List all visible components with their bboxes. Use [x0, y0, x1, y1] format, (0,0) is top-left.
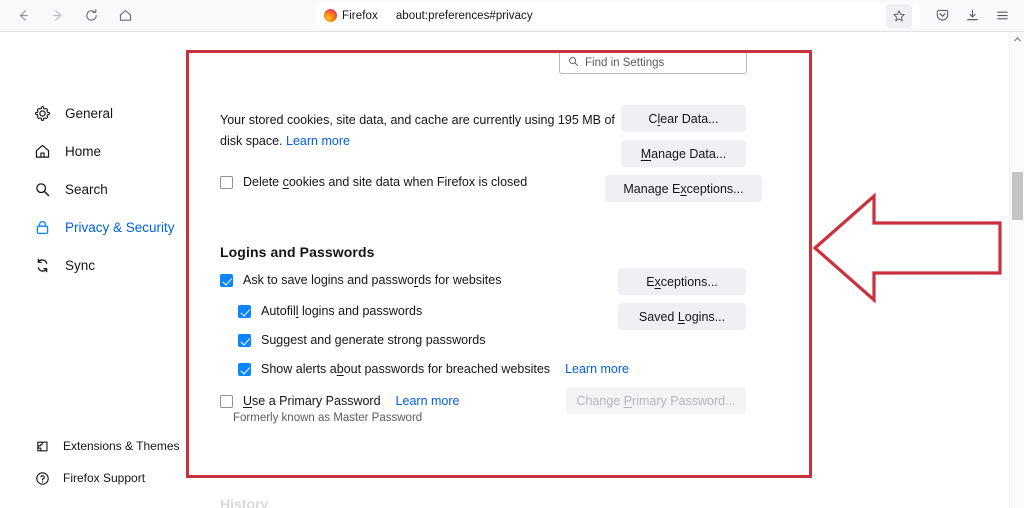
- firefox-logo-icon: [324, 9, 337, 22]
- clear-data-button[interactable]: Clear Data...: [621, 105, 746, 132]
- browser-toolbar: Firefox about:preferences#privacy: [0, 0, 1024, 32]
- search-icon: [33, 180, 51, 198]
- sidebar-bottom-items: Extensions & Themes Firefox Support: [0, 430, 186, 494]
- logins-section-title: Logins and Passwords: [220, 244, 374, 260]
- lock-icon: [33, 218, 51, 236]
- sidebar-item-sync[interactable]: Sync: [0, 246, 186, 284]
- checkbox-box[interactable]: [220, 395, 233, 408]
- use-primary-password-label: Use a Primary Password: [243, 394, 381, 408]
- sidebar-item-label: Sync: [65, 258, 95, 273]
- star-icon[interactable]: [886, 4, 912, 28]
- exceptions-button[interactable]: Exceptions...: [618, 268, 746, 295]
- home-icon: [33, 142, 51, 160]
- breach-alerts-label: Show alerts about passwords for breached…: [261, 362, 550, 376]
- use-primary-password-checkbox[interactable]: Use a Primary Password Learn more: [220, 394, 459, 408]
- cookies-description: Your stored cookies, site data, and cach…: [220, 110, 620, 152]
- sidebar-item-search[interactable]: Search: [0, 170, 186, 208]
- menu-icon[interactable]: [988, 3, 1016, 29]
- sidebar-item-extensions-themes[interactable]: Extensions & Themes: [0, 430, 186, 462]
- address-bar[interactable]: Firefox about:preferences#privacy: [316, 3, 920, 29]
- preferences-sidebar: General Home Search Privacy & Security: [0, 32, 186, 508]
- sidebar-item-privacy-security[interactable]: Privacy & Security: [0, 208, 186, 246]
- help-icon: [34, 470, 50, 486]
- forward-arrow-icon[interactable]: [42, 3, 72, 29]
- checkbox-box[interactable]: [220, 176, 233, 189]
- manage-data-button[interactable]: Manage Data...: [621, 140, 746, 167]
- sidebar-item-label: Search: [65, 182, 108, 197]
- checkbox-box[interactable]: [238, 363, 251, 376]
- primary-password-learn-more-link[interactable]: Learn more: [396, 394, 460, 408]
- url-text: about:preferences#privacy: [386, 10, 533, 22]
- firefox-preferences-screenshot: Firefox about:preferences#privacy: [0, 0, 1024, 508]
- sidebar-item-general[interactable]: General: [0, 94, 186, 132]
- ask-to-save-logins-checkbox[interactable]: Ask to save logins and passwords for web…: [220, 273, 501, 287]
- toolbar-right-icons: [928, 3, 1024, 29]
- breach-alerts-learn-more-link[interactable]: Learn more: [565, 362, 629, 376]
- sidebar-item-label: Home: [65, 144, 101, 159]
- reload-icon[interactable]: [76, 3, 106, 29]
- sidebar-item-label: Firefox Support: [63, 471, 145, 485]
- checkbox-box[interactable]: [238, 305, 251, 318]
- gear-icon: [33, 104, 51, 122]
- sidebar-item-firefox-support[interactable]: Firefox Support: [0, 462, 186, 494]
- navigation-buttons: [0, 3, 140, 29]
- suggest-strong-passwords-checkbox[interactable]: Suggest and generate strong passwords: [238, 333, 485, 347]
- autofill-logins-checkbox[interactable]: Autofill logins and passwords: [238, 304, 422, 318]
- sidebar-item-label: Extensions & Themes: [63, 439, 180, 453]
- sync-icon: [33, 256, 51, 274]
- identity-label: Firefox: [342, 10, 378, 22]
- ask-to-save-logins-label: Ask to save logins and passwords for web…: [243, 273, 501, 287]
- cookies-learn-more-link[interactable]: Learn more: [286, 134, 350, 148]
- breach-alerts-checkbox[interactable]: Show alerts about passwords for breached…: [238, 362, 629, 376]
- next-section-heading: History: [220, 496, 268, 508]
- checkbox-box[interactable]: [220, 274, 233, 287]
- pocket-icon[interactable]: [928, 3, 956, 29]
- sidebar-item-label: General: [65, 106, 113, 121]
- scroll-up-arrow-icon[interactable]: [1010, 32, 1024, 47]
- change-primary-password-button[interactable]: Change Primary Password...: [566, 387, 746, 414]
- back-arrow-icon[interactable]: [8, 3, 38, 29]
- scrollbar-thumb[interactable]: [1012, 172, 1023, 220]
- red-arrow-annotation: [812, 182, 1012, 312]
- manage-exceptions-button[interactable]: Manage Exceptions...: [605, 175, 762, 202]
- sidebar-item-home[interactable]: Home: [0, 132, 186, 170]
- address-bar-area: Firefox about:preferences#privacy: [140, 3, 928, 29]
- checkbox-box[interactable]: [238, 334, 251, 347]
- downloads-icon[interactable]: [958, 3, 986, 29]
- suggest-strong-passwords-label: Suggest and generate strong passwords: [261, 333, 485, 347]
- primary-password-note: Formerly known as Master Password: [233, 412, 422, 424]
- delete-cookies-on-close-label: Delete cookies and site data when Firefo…: [243, 175, 527, 189]
- autofill-logins-label: Autofill logins and passwords: [261, 304, 422, 318]
- home-icon[interactable]: [110, 3, 140, 29]
- cookies-description-text: Your stored cookies, site data, and cach…: [220, 113, 615, 148]
- identity-box[interactable]: Firefox: [320, 5, 386, 27]
- sidebar-item-label: Privacy & Security: [65, 220, 175, 235]
- saved-logins-button[interactable]: Saved Logins...: [618, 303, 746, 330]
- sidebar-main-items: General Home Search Privacy & Security: [0, 94, 186, 284]
- extensions-icon: [34, 438, 50, 454]
- delete-cookies-on-close-checkbox[interactable]: Delete cookies and site data when Firefo…: [220, 175, 527, 189]
